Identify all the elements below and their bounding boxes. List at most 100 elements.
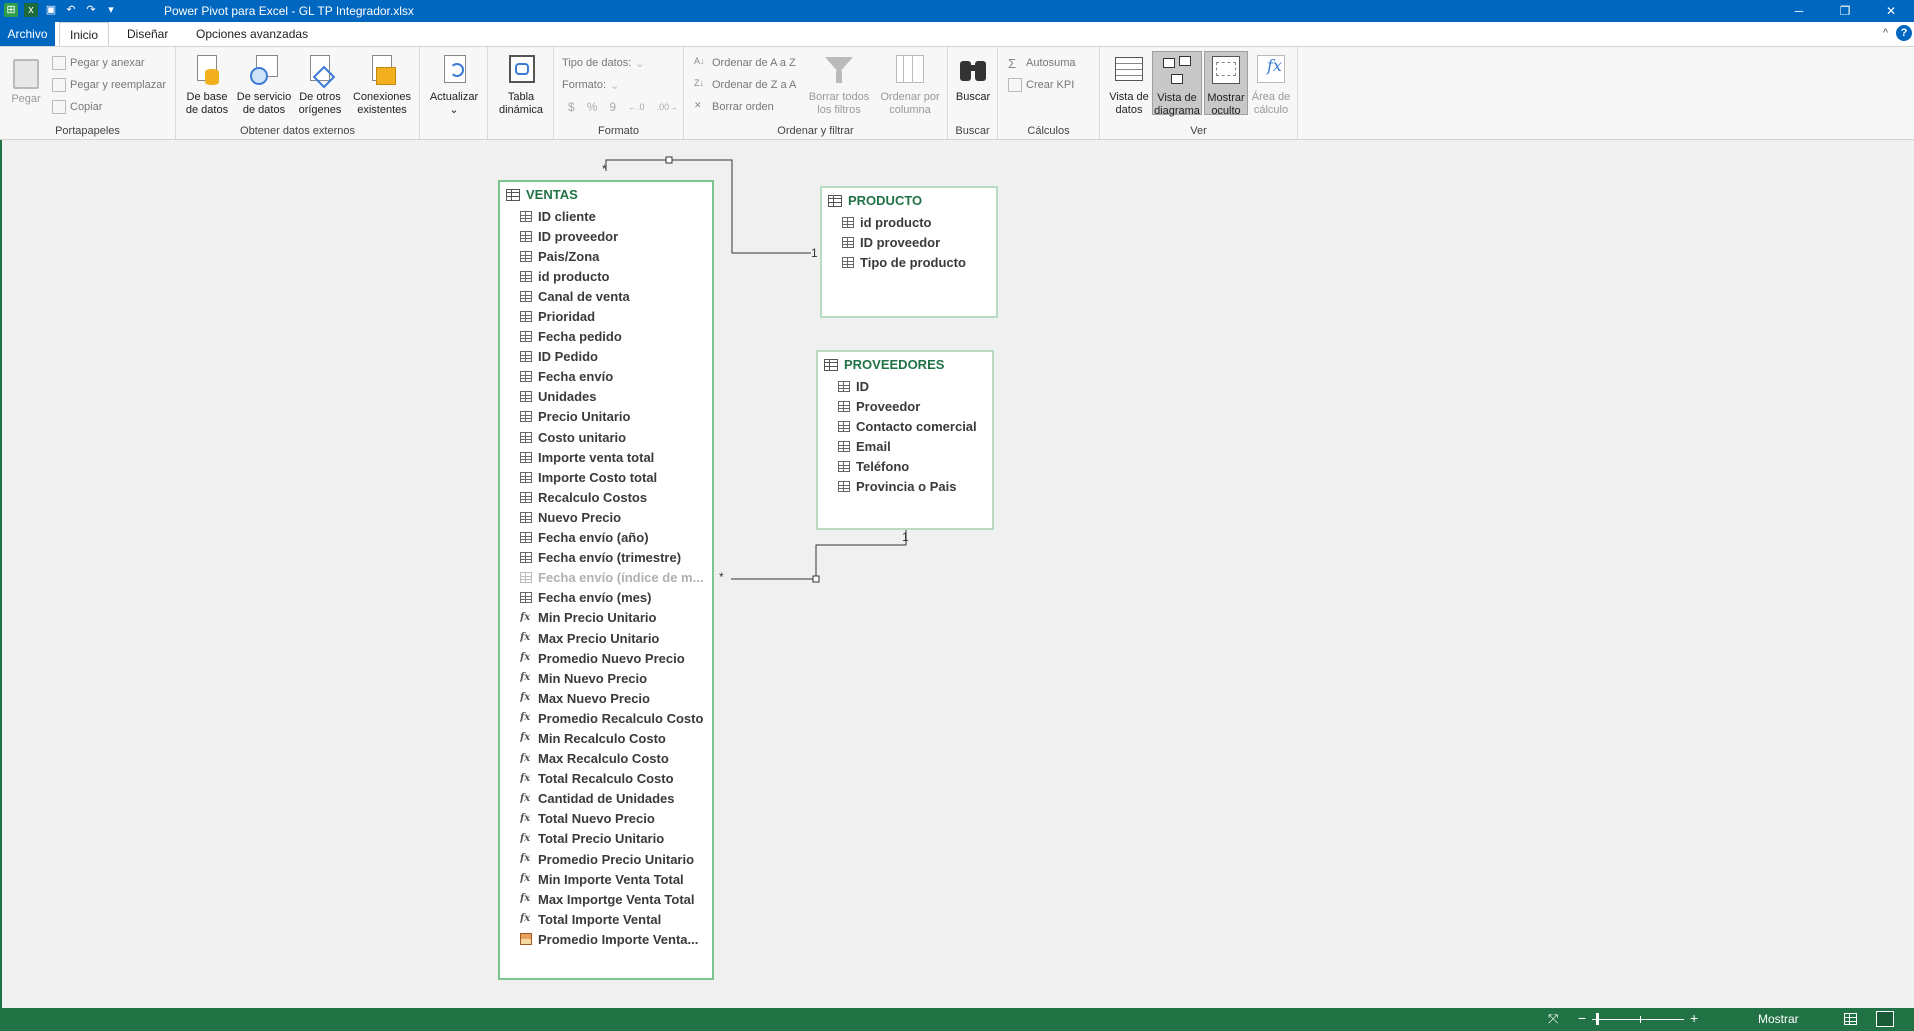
- collapse-ribbon-icon[interactable]: ^: [1883, 27, 1888, 39]
- measure-item[interactable]: ƒx Min Nuevo Precio: [520, 668, 712, 688]
- pivot-table-button[interactable]: Tabla dinámica: [492, 53, 550, 117]
- measure-item[interactable]: ƒx Min Precio Unitario: [520, 608, 712, 628]
- decrease-decimal-button[interactable]: .00→: [657, 102, 679, 112]
- show-hidden-button[interactable]: Mostrar oculto: [1204, 51, 1248, 117]
- data-view-status-icon[interactable]: [1844, 1013, 1857, 1025]
- relationship-handle[interactable]: [812, 575, 820, 583]
- diagram-canvas[interactable]: * 1 * 1 VENTAS ID cliente ID proveedor Pai…: [0, 140, 1914, 1008]
- column-item[interactable]: Email: [838, 436, 992, 456]
- tab-archivo[interactable]: Archivo: [0, 22, 55, 46]
- relationship-handle[interactable]: [665, 156, 673, 164]
- column-item[interactable]: Fecha envío (año): [520, 528, 712, 548]
- paste-replace-button[interactable]: Pegar y reemplazar: [52, 76, 166, 94]
- help-icon[interactable]: ?: [1896, 25, 1912, 41]
- clear-all-filters-button[interactable]: Borrar todos los filtros: [804, 53, 874, 117]
- excel-icon[interactable]: x: [24, 3, 38, 17]
- measure-item[interactable]: ƒx Total Recalculo Costo: [520, 769, 712, 789]
- column-item[interactable]: id producto: [520, 266, 712, 286]
- column-item[interactable]: Importe venta total: [520, 447, 712, 467]
- increase-decimal-button[interactable]: ←.0: [628, 102, 645, 112]
- currency-button[interactable]: $: [568, 100, 575, 114]
- maximize-button[interactable]: ❐: [1822, 0, 1868, 22]
- data-view-button[interactable]: Vista de datos: [1106, 53, 1152, 117]
- zoom-slider-thumb[interactable]: [1596, 1013, 1599, 1025]
- sort-by-column-button[interactable]: Ordenar por columna: [876, 53, 944, 117]
- column-item[interactable]: ID cliente: [520, 206, 712, 226]
- zoom-out-button[interactable]: −: [1578, 1010, 1586, 1026]
- column-item[interactable]: Fecha envío: [520, 367, 712, 387]
- clear-sort-button[interactable]: ✕ Borrar orden: [694, 98, 774, 116]
- column-item[interactable]: Contacto comercial: [838, 416, 992, 436]
- close-button[interactable]: ✕: [1868, 0, 1914, 22]
- column-item[interactable]: Pais/Zona: [520, 246, 712, 266]
- format-dropdown[interactable]: Formato: ⌄: [562, 76, 619, 94]
- zoom-slider[interactable]: [1592, 1019, 1684, 1020]
- redo-icon[interactable]: ↷: [84, 3, 98, 17]
- column-item[interactable]: ID proveedor: [842, 232, 996, 252]
- sort-a-z-button[interactable]: A↓ Ordenar de A a Z: [694, 54, 796, 72]
- column-item[interactable]: id producto: [842, 212, 996, 232]
- measure-item[interactable]: ƒx Max Importge Venta Total: [520, 889, 712, 909]
- measure-item[interactable]: ƒx Promedio Recalculo Costo: [520, 708, 712, 728]
- tab-disenar[interactable]: Diseñar: [117, 22, 178, 46]
- show-button[interactable]: Mostrar: [1758, 1012, 1799, 1026]
- tab-opciones-avanzadas[interactable]: Opciones avanzadas: [186, 22, 318, 46]
- autosum-button[interactable]: Σ Autosuma: [1008, 54, 1076, 72]
- from-data-service-button[interactable]: De servicio de datos: [234, 53, 294, 117]
- fit-to-screen-icon[interactable]: ⤧: [1548, 1011, 1558, 1027]
- diagram-view-button[interactable]: Vista de diagrama: [1152, 51, 1202, 117]
- measure-item[interactable]: ƒx Total Precio Unitario: [520, 829, 712, 849]
- column-item[interactable]: Importe Costo total: [520, 467, 712, 487]
- measure-item[interactable]: ƒx Promedio Precio Unitario: [520, 849, 712, 869]
- zoom-in-button[interactable]: +: [1690, 1010, 1698, 1026]
- column-item[interactable]: Recalculo Costos: [520, 487, 712, 507]
- table-proveedores[interactable]: PROVEEDORES ID Proveedor Contacto comercia…: [816, 350, 994, 530]
- column-item[interactable]: Provincia o Pais: [838, 476, 992, 496]
- column-item[interactable]: Fecha envío (mes): [520, 588, 712, 608]
- customize-qat-icon[interactable]: ▾: [104, 3, 118, 17]
- sort-z-a-button[interactable]: Z↓ Ordenar de Z a A: [694, 76, 796, 94]
- measure-item[interactable]: ƒx Min Importe Venta Total: [520, 869, 712, 889]
- column-item[interactable]: ID Pedido: [520, 347, 712, 367]
- measure-item[interactable]: ƒx Cantidad de Unidades: [520, 789, 712, 809]
- column-item[interactable]: ID: [838, 376, 992, 396]
- diagram-view-status-icon[interactable]: [1876, 1011, 1894, 1027]
- kpi-item[interactable]: Promedio Importe Venta...: [520, 929, 712, 949]
- measure-item[interactable]: ƒx Max Nuevo Precio: [520, 688, 712, 708]
- tab-inicio[interactable]: Inicio: [59, 22, 110, 47]
- existing-connections-button[interactable]: Conexiones existentes: [350, 53, 414, 117]
- measure-item[interactable]: ƒx Promedio Nuevo Precio: [520, 648, 712, 668]
- column-item[interactable]: Fecha pedido: [520, 327, 712, 347]
- from-database-button[interactable]: De base de datos: [182, 53, 232, 117]
- from-other-sources-button[interactable]: De otros orígenes: [296, 53, 344, 117]
- column-item[interactable]: Proveedor: [838, 396, 992, 416]
- measure-item[interactable]: ƒx Total Nuevo Precio: [520, 809, 712, 829]
- column-item[interactable]: Prioridad: [520, 306, 712, 326]
- measure-item[interactable]: ƒx Total Importe Vental: [520, 909, 712, 929]
- thousands-button[interactable]: 9: [609, 100, 616, 114]
- paste-button[interactable]: Pegar: [8, 53, 44, 106]
- save-icon[interactable]: ▣: [44, 3, 58, 17]
- column-item[interactable]: Costo unitario: [520, 427, 712, 447]
- create-kpi-button[interactable]: Crear KPI: [1008, 76, 1074, 94]
- column-item[interactable]: Tipo de producto: [842, 252, 996, 272]
- column-item[interactable]: Fecha envío (índice de m...: [520, 568, 712, 588]
- percent-button[interactable]: %: [587, 100, 598, 114]
- calculation-area-button[interactable]: fx Área de cálculo: [1248, 53, 1294, 117]
- measure-item[interactable]: ƒx Min Recalculo Costo: [520, 728, 712, 748]
- measure-item[interactable]: ƒx Max Precio Unitario: [520, 628, 712, 648]
- data-type-dropdown[interactable]: Tipo de datos: ⌄: [562, 54, 645, 72]
- column-item[interactable]: ID proveedor: [520, 226, 712, 246]
- minimize-button[interactable]: ─: [1776, 0, 1822, 22]
- measure-item[interactable]: ƒx Max Recalculo Costo: [520, 749, 712, 769]
- column-item[interactable]: Teléfono: [838, 456, 992, 476]
- paste-append-button[interactable]: Pegar y anexar: [52, 54, 145, 72]
- column-item[interactable]: Nuevo Precio: [520, 507, 712, 527]
- refresh-button[interactable]: Actualizar ⌄: [424, 53, 484, 117]
- column-item[interactable]: Fecha envío (trimestre): [520, 548, 712, 568]
- table-ventas[interactable]: VENTAS ID cliente ID proveedor Pais/Zona id…: [498, 180, 714, 980]
- copy-button[interactable]: Copiar: [52, 98, 102, 116]
- undo-icon[interactable]: ↶: [64, 3, 78, 17]
- find-button[interactable]: Buscar: [952, 53, 994, 104]
- column-item[interactable]: Precio Unitario: [520, 407, 712, 427]
